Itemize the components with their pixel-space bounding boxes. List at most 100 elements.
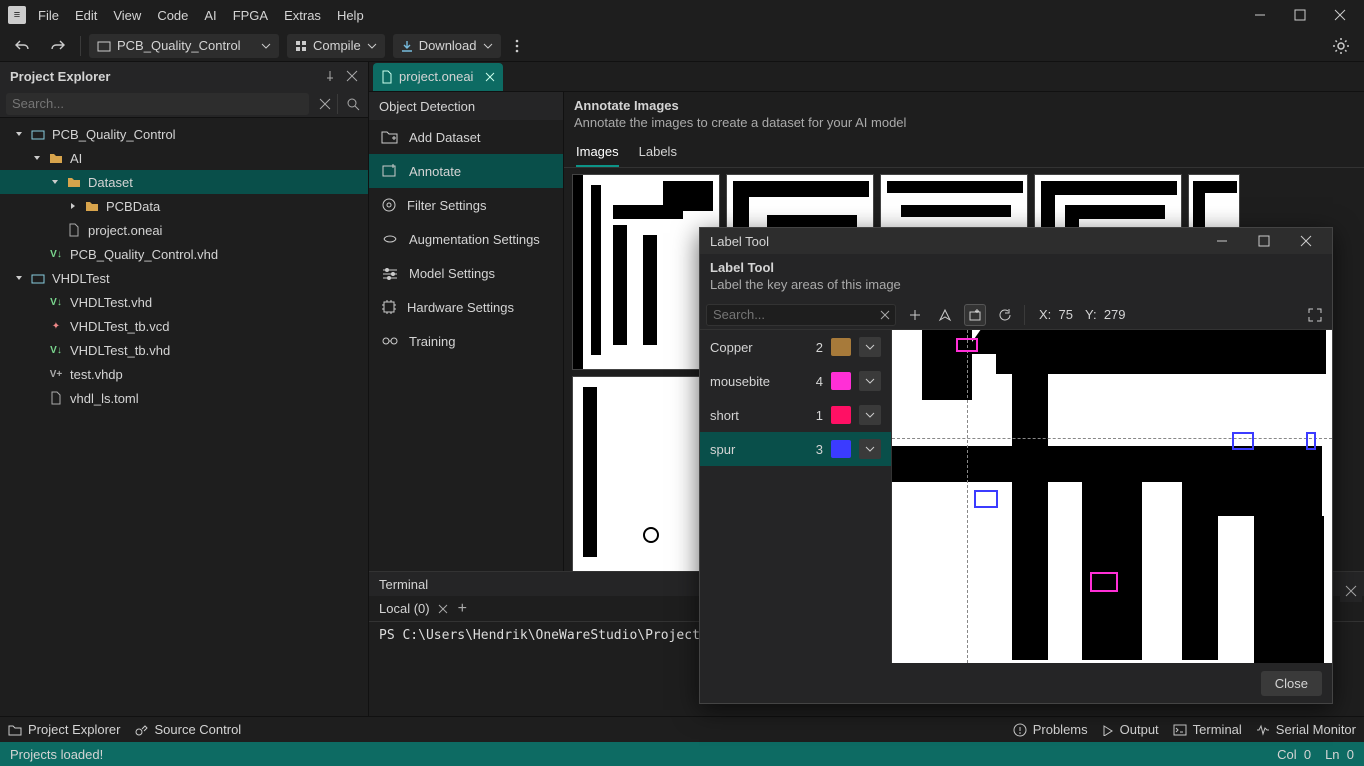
bottom-problems[interactable]: Problems: [1013, 722, 1088, 737]
color-swatch[interactable]: [831, 440, 851, 458]
close-icon[interactable]: [438, 604, 448, 614]
bottom-source-control[interactable]: Source Control: [134, 722, 241, 737]
maximize-button[interactable]: [1290, 5, 1310, 25]
color-swatch[interactable]: [831, 338, 851, 356]
close-icon[interactable]: [346, 70, 358, 82]
tab-images[interactable]: Images: [576, 138, 619, 167]
bottom-terminal[interactable]: Terminal: [1173, 722, 1242, 737]
tree-node[interactable]: PCBData: [0, 194, 368, 218]
tree-node[interactable]: VHDLTest: [0, 266, 368, 290]
project-selector[interactable]: PCB_Quality_Control: [89, 34, 279, 58]
undo-button[interactable]: [8, 35, 36, 57]
pointer-tool-button[interactable]: [934, 304, 956, 326]
label-short[interactable]: short1: [700, 398, 891, 432]
dialog-close-button[interactable]: [1296, 231, 1316, 251]
label-count: 2: [816, 340, 823, 355]
obj-item-augmentation-settings[interactable]: Augmentation Settings: [369, 222, 563, 256]
label-menu-button[interactable]: [859, 337, 881, 357]
label-mousebite[interactable]: mousebite4: [700, 364, 891, 398]
menu-fpga[interactable]: FPGA: [225, 4, 276, 27]
obj-item-filter-settings[interactable]: Filter Settings: [369, 188, 563, 222]
tree-node[interactable]: V↓VHDLTest_tb.vhd: [0, 338, 368, 362]
menu-extras[interactable]: Extras: [276, 4, 329, 27]
obj-item-hardware-settings[interactable]: Hardware Settings: [369, 290, 563, 324]
status-col: Col 0: [1277, 747, 1311, 762]
bounding-box[interactable]: [1090, 572, 1118, 592]
expand-caret-icon[interactable]: [50, 178, 60, 186]
label-copper[interactable]: Copper2: [700, 330, 891, 364]
expand-caret-icon[interactable]: [68, 202, 78, 210]
settings-button[interactable]: [1326, 34, 1356, 58]
pin-icon[interactable]: [324, 70, 336, 82]
obj-item-model-settings[interactable]: Model Settings: [369, 256, 563, 290]
thumbnail[interactable]: [572, 174, 720, 370]
color-swatch[interactable]: [831, 372, 851, 390]
menu-ai[interactable]: AI: [196, 4, 224, 27]
menu-help[interactable]: Help: [329, 4, 372, 27]
expand-caret-icon[interactable]: [32, 154, 42, 162]
menu-edit[interactable]: Edit: [67, 4, 105, 27]
close-button[interactable]: Close: [1261, 671, 1322, 696]
tree-node[interactable]: V↓PCB_Quality_Control.vhd: [0, 242, 368, 266]
new-terminal-button[interactable]: +: [458, 600, 467, 618]
bounding-box[interactable]: [1306, 432, 1316, 450]
expand-caret-icon[interactable]: [14, 130, 24, 138]
menu-code[interactable]: Code: [149, 4, 196, 27]
panel-close-icon[interactable]: [1340, 580, 1362, 602]
clear-search-icon[interactable]: [313, 98, 337, 110]
bottom-output[interactable]: Output: [1102, 722, 1159, 737]
clear-icon[interactable]: [880, 310, 890, 320]
tree-node[interactable]: V+test.vhdp: [0, 362, 368, 386]
label-tool-subtitle: Label the key areas of this image: [700, 277, 1332, 300]
dialog-titlebar[interactable]: Label Tool: [700, 228, 1332, 254]
cursor-coords: X: 75 Y: 279: [1033, 307, 1126, 322]
bounding-box[interactable]: [1232, 432, 1254, 450]
add-label-button[interactable]: [904, 304, 926, 326]
obj-item-add-dataset[interactable]: Add Dataset: [369, 120, 563, 154]
tree-node[interactable]: ✦VHDLTest_tb.vcd: [0, 314, 368, 338]
label-menu-button[interactable]: [859, 371, 881, 391]
editor-tab[interactable]: project.oneai: [373, 63, 503, 91]
tree-node[interactable]: PCB_Quality_Control: [0, 122, 368, 146]
bounding-box[interactable]: [974, 490, 998, 508]
label-menu-button[interactable]: [859, 439, 881, 459]
redo-button[interactable]: [44, 35, 72, 57]
thumbnail[interactable]: [572, 376, 720, 571]
obj-item-annotate[interactable]: Annotate: [369, 154, 563, 188]
search-icon[interactable]: [338, 97, 368, 111]
tree-node[interactable]: AI: [0, 146, 368, 170]
add-folder-icon: [381, 129, 399, 145]
label-search-input[interactable]: [706, 304, 896, 326]
fit-screen-button[interactable]: [1304, 304, 1326, 326]
tree-node[interactable]: project.oneai: [0, 218, 368, 242]
bottom-project-explorer[interactable]: Project Explorer: [8, 722, 120, 737]
tree-node[interactable]: vhdl_ls.toml: [0, 386, 368, 410]
crosshair-horizontal: [892, 438, 1332, 439]
explorer-search-input[interactable]: [6, 93, 309, 115]
terminal-tab[interactable]: Local (0): [379, 601, 448, 616]
label-spur[interactable]: spur3: [700, 432, 891, 466]
color-swatch[interactable]: [831, 406, 851, 424]
minimize-button[interactable]: [1250, 5, 1270, 25]
model-icon: [381, 266, 399, 280]
tab-labels[interactable]: Labels: [639, 138, 677, 167]
download-button[interactable]: Download: [393, 34, 501, 58]
dialog-maximize-button[interactable]: [1254, 231, 1274, 251]
menu-file[interactable]: File: [30, 4, 67, 27]
tree-node[interactable]: Dataset: [0, 170, 368, 194]
bottom-serial-monitor[interactable]: Serial Monitor: [1256, 722, 1356, 737]
close-tab-icon[interactable]: [485, 72, 495, 82]
label-menu-button[interactable]: [859, 405, 881, 425]
close-window-button[interactable]: [1330, 5, 1350, 25]
menu-view[interactable]: View: [105, 4, 149, 27]
annotation-canvas[interactable]: [892, 330, 1332, 663]
more-button[interactable]: [509, 36, 525, 56]
bounding-box[interactable]: [956, 338, 978, 352]
expand-caret-icon[interactable]: [14, 274, 24, 282]
box-tool-button[interactable]: [964, 304, 986, 326]
refresh-button[interactable]: [994, 304, 1016, 326]
dialog-minimize-button[interactable]: [1212, 231, 1232, 251]
tree-node[interactable]: V↓VHDLTest.vhd: [0, 290, 368, 314]
obj-item-training[interactable]: Training: [369, 324, 563, 358]
compile-button[interactable]: Compile: [287, 34, 385, 58]
